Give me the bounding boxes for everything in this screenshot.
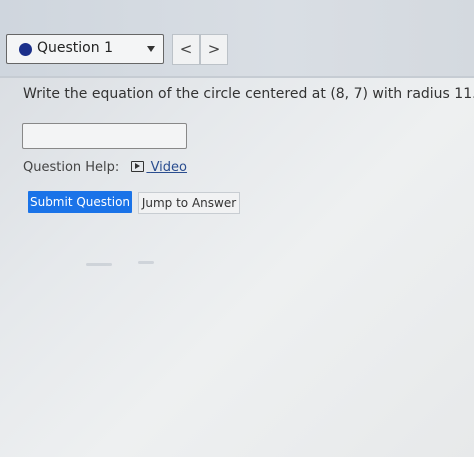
submit-question-button[interactable]: Submit Question — [28, 191, 132, 213]
next-question-button[interactable]: > — [200, 34, 228, 65]
screen-smudge — [138, 261, 154, 264]
jump-to-answer-button[interactable]: Jump to Answer — [138, 192, 240, 214]
question-help-label: Question Help: — [23, 160, 120, 175]
question-status-icon — [19, 43, 32, 56]
previous-question-button[interactable]: < — [172, 34, 200, 65]
question-help: Question Help: Video — [23, 160, 187, 175]
answer-input[interactable] — [22, 123, 187, 149]
top-bar-divider — [0, 76, 474, 78]
video-link-label: Video — [150, 160, 188, 175]
screen-smudge — [86, 263, 112, 266]
chevron-down-icon — [147, 46, 155, 52]
question-prompt: Write the equation of the circle centere… — [23, 86, 474, 102]
question-selector[interactable]: Question 1 — [6, 34, 164, 64]
play-video-icon — [131, 161, 145, 172]
question-selector-label: Question 1 — [37, 40, 113, 56]
video-link[interactable]: Video — [131, 160, 187, 175]
